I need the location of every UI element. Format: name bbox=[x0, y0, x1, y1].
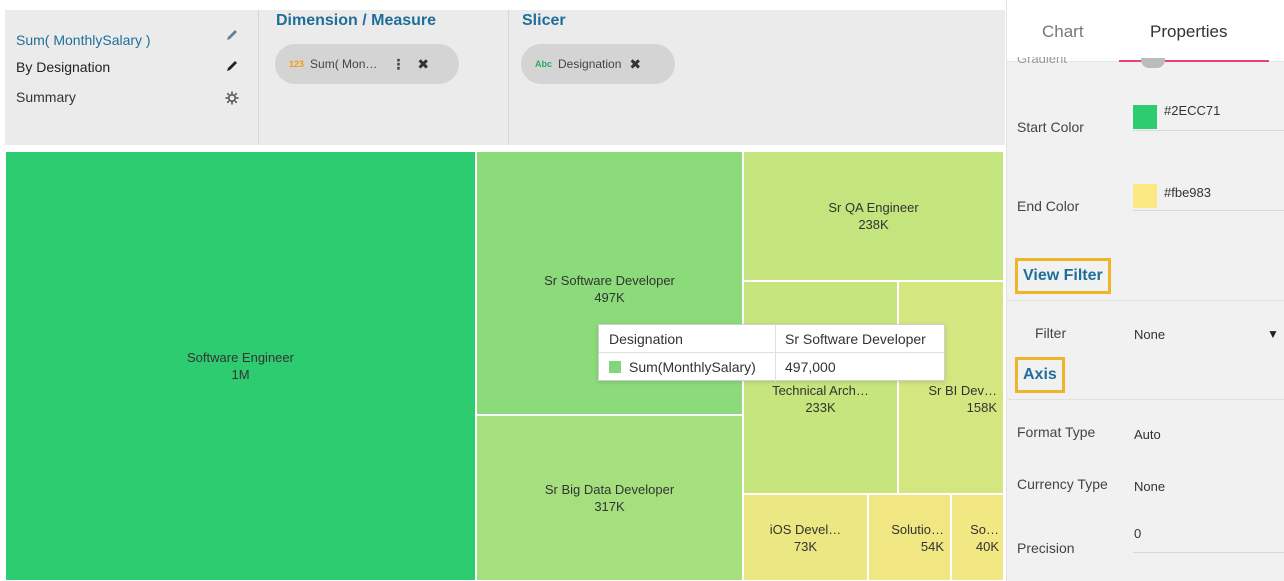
precision-underline bbox=[1133, 552, 1284, 553]
gradient-label: Gradient bbox=[1017, 57, 1067, 63]
format-type-select[interactable]: Auto bbox=[1134, 427, 1161, 442]
tile-value: 238K bbox=[858, 217, 889, 232]
treemap-tile[interactable]: Solutio… 54K bbox=[868, 494, 951, 581]
start-color-label: Start Color bbox=[1017, 119, 1084, 135]
tile-label: iOS Devel… bbox=[769, 521, 842, 537]
tile-value: 233K bbox=[805, 400, 836, 415]
tooltip-row-value: 497,000 bbox=[785, 359, 836, 375]
close-icon[interactable]: ✖ bbox=[629, 56, 641, 73]
properties-panel: Chart Properties Gradient Start Color #2… bbox=[1006, 0, 1284, 581]
treemap-tile[interactable]: Technical Arch… 233K bbox=[743, 281, 898, 494]
kebab-menu-icon[interactable]: ⋮ bbox=[391, 56, 405, 73]
slicer-chip-label: Designation bbox=[558, 57, 622, 71]
panel-divider bbox=[508, 10, 509, 145]
tooltip-header-value: Sr Software Developer bbox=[785, 331, 926, 347]
close-icon[interactable]: ✖ bbox=[417, 56, 429, 73]
tile-value: 73K bbox=[793, 538, 818, 554]
gear-icon[interactable] bbox=[223, 89, 241, 107]
end-color-value[interactable]: #fbe983 bbox=[1164, 185, 1211, 200]
section-divider bbox=[1007, 300, 1284, 301]
menu-item-label: Summary bbox=[16, 89, 76, 105]
filter-label: Filter bbox=[1035, 325, 1067, 341]
tooltip-row-key: Sum(MonthlySalary) bbox=[629, 359, 756, 375]
pencil-icon[interactable] bbox=[223, 57, 241, 75]
menu-item-dimension[interactable]: By Designation bbox=[16, 57, 110, 77]
tile-value: 497K bbox=[594, 290, 625, 305]
gradient-toggle[interactable] bbox=[1141, 58, 1165, 68]
tile-label: Sr BI Dev… bbox=[928, 383, 997, 398]
pencil-icon[interactable] bbox=[223, 26, 241, 44]
treemap-tile[interactable]: Software Engineer 1M bbox=[5, 151, 476, 581]
treemap-tile[interactable]: Sr BI Dev… 158K bbox=[898, 281, 1004, 494]
measure-chip[interactable]: 123 Sum( Mon… ⋮ ✖ bbox=[275, 44, 459, 84]
slicer-chip[interactable]: Abc Designation ✖ bbox=[521, 44, 675, 84]
tile-value: 1M bbox=[231, 367, 250, 382]
precision-input[interactable]: 0 bbox=[1134, 526, 1141, 541]
panel-divider bbox=[258, 10, 259, 145]
section-divider bbox=[1007, 399, 1284, 400]
dimension-measure-title: Dimension / Measure bbox=[276, 12, 437, 29]
tile-label: Sr Software Developer bbox=[544, 273, 675, 288]
measure-chip-label: Sum( Mon… bbox=[310, 57, 378, 71]
tab-chart[interactable]: Chart bbox=[1042, 22, 1084, 42]
currency-type-select[interactable]: None bbox=[1134, 479, 1165, 494]
chevron-down-icon[interactable]: ▼ bbox=[1267, 327, 1279, 341]
tile-label: Technical Arch… bbox=[772, 383, 869, 398]
filter-select[interactable]: None bbox=[1134, 327, 1165, 342]
tile-value: 40K bbox=[975, 538, 999, 554]
tile-label: So… bbox=[970, 521, 999, 537]
menu-item-summary[interactable]: Summary bbox=[16, 87, 76, 107]
tooltip-data-row: Sum(MonthlySalary) 497,000 bbox=[599, 353, 944, 381]
menu-item-measure[interactable]: Sum( MonthlySalary ) bbox=[16, 30, 151, 50]
format-type-label: Format Type bbox=[1017, 424, 1096, 440]
menu-item-label: By Designation bbox=[16, 59, 111, 75]
view-filter-section-title: View Filter bbox=[1015, 258, 1111, 294]
text-type-tag: Abc bbox=[535, 59, 553, 69]
slicer-title: Slicer bbox=[522, 12, 566, 29]
axis-section-title: Axis bbox=[1015, 357, 1065, 393]
start-color-underline bbox=[1133, 130, 1284, 131]
treemap-tile[interactable]: iOS Devel… 73K bbox=[743, 494, 868, 581]
tile-value: 317K bbox=[594, 499, 625, 514]
precision-label: Precision bbox=[1017, 540, 1075, 556]
legend-swatch bbox=[609, 361, 621, 373]
chart-tooltip: Designation Sr Software Developer Sum(Mo… bbox=[598, 324, 945, 382]
tile-value: 54K bbox=[920, 538, 944, 554]
tile-value: 158K bbox=[966, 400, 997, 415]
currency-type-label: Currency Type bbox=[1017, 476, 1108, 492]
tile-label: Sr QA Engineer bbox=[828, 200, 919, 215]
tooltip-row-key-wrap: Sum(MonthlySalary) bbox=[609, 353, 756, 381]
end-color-label: End Color bbox=[1017, 198, 1080, 214]
start-color-value[interactable]: #2ECC71 bbox=[1164, 103, 1220, 118]
top-panel: Sum( MonthlySalary ) By Designation Summ… bbox=[5, 10, 1005, 145]
panel-tabs: Chart Properties bbox=[1007, 0, 1284, 62]
treemap-tile[interactable]: So… 40K bbox=[951, 494, 1004, 581]
tile-label: Sr Big Data Developer bbox=[544, 482, 675, 497]
tile-label: Solutio… bbox=[891, 521, 944, 537]
tooltip-header-key: Designation bbox=[609, 331, 683, 347]
tab-properties[interactable]: Properties bbox=[1150, 22, 1227, 42]
numeric-type-tag: 123 bbox=[289, 59, 305, 69]
end-color-underline bbox=[1133, 210, 1284, 211]
menu-item-label: Sum( MonthlySalary ) bbox=[16, 32, 151, 48]
start-color-swatch[interactable] bbox=[1133, 105, 1157, 129]
treemap-tile[interactable]: Sr Big Data Developer 317K bbox=[476, 415, 743, 581]
tooltip-header-row: Designation Sr Software Developer bbox=[599, 325, 944, 353]
end-color-swatch[interactable] bbox=[1133, 184, 1157, 208]
treemap-tile[interactable]: Sr QA Engineer 238K bbox=[743, 151, 1004, 281]
tile-label: Software Engineer bbox=[187, 350, 294, 365]
